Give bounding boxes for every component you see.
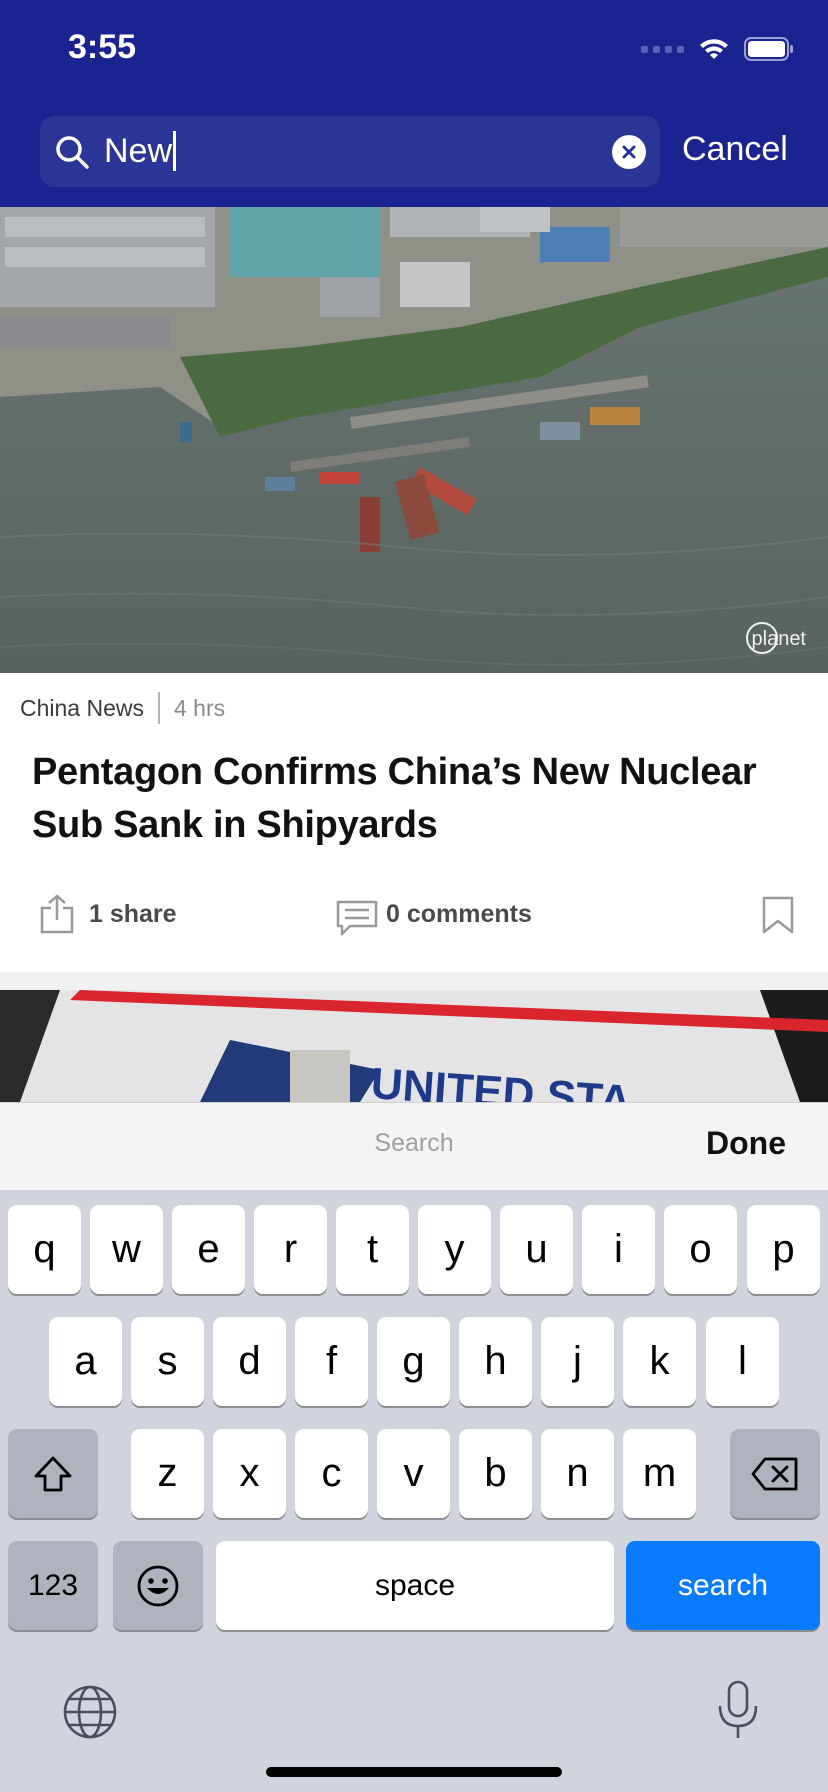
key-m[interactable]: m <box>623 1429 696 1518</box>
shift-key[interactable] <box>8 1429 98 1518</box>
cancel-button[interactable]: Cancel <box>682 130 788 169</box>
key-u[interactable]: u <box>500 1205 573 1294</box>
key-k[interactable]: k <box>623 1317 696 1406</box>
keyboard: q w e r t y u i o p a s d f g h j k l z … <box>0 1190 828 1792</box>
comment-count[interactable]: 0 comments <box>386 900 532 929</box>
key-o[interactable]: o <box>664 1205 737 1294</box>
article-headline[interactable]: Pentagon Confirms China’s New Nuclear Su… <box>32 746 802 852</box>
key-e[interactable]: e <box>172 1205 245 1294</box>
search-field[interactable]: New <box>40 116 660 187</box>
status-icons <box>641 34 794 64</box>
key-y[interactable]: y <box>418 1205 491 1294</box>
key-n[interactable]: n <box>541 1429 614 1518</box>
status-time: 3:55 <box>68 28 137 66</box>
key-v[interactable]: v <box>377 1429 450 1518</box>
key-p[interactable]: p <box>747 1205 820 1294</box>
backspace-key[interactable] <box>730 1429 820 1518</box>
microphone-icon[interactable] <box>716 1680 760 1745</box>
key-d[interactable]: d <box>213 1317 286 1406</box>
backspace-icon <box>751 1457 798 1490</box>
globe-icon[interactable] <box>62 1684 118 1745</box>
planet-logo: planet <box>745 622 806 654</box>
app-header: 3:55 New Cancel <box>0 0 828 207</box>
done-button[interactable]: Done <box>706 1125 786 1162</box>
search-icon <box>54 134 92 177</box>
key-f[interactable]: f <box>295 1317 368 1406</box>
key-b[interactable]: b <box>459 1429 532 1518</box>
key-j[interactable]: j <box>541 1317 614 1406</box>
meta-divider <box>158 692 160 724</box>
space-key[interactable]: space <box>216 1541 614 1630</box>
clear-search-icon[interactable] <box>612 135 646 169</box>
share-count[interactable]: 1 share <box>89 900 177 929</box>
article-hero-image[interactable]: planet <box>0 207 828 673</box>
key-h[interactable]: h <box>459 1317 532 1406</box>
card-separator <box>0 972 828 990</box>
key-c[interactable]: c <box>295 1429 368 1518</box>
key-l[interactable]: l <box>706 1317 779 1406</box>
wifi-icon <box>698 37 730 61</box>
article-age: 4 hrs <box>174 694 226 721</box>
article-meta: China News 4 hrs <box>20 690 225 726</box>
search-query: New <box>104 132 173 170</box>
text-caret <box>173 131 177 171</box>
home-indicator[interactable] <box>266 1767 562 1777</box>
numbers-key[interactable]: 123 <box>8 1541 98 1630</box>
battery-icon <box>744 37 794 61</box>
key-w[interactable]: w <box>90 1205 163 1294</box>
search-key[interactable]: search <box>626 1541 820 1630</box>
emoji-icon <box>137 1565 179 1606</box>
key-i[interactable]: i <box>582 1205 655 1294</box>
second-article-image[interactable]: UNITED STA <box>0 990 828 1102</box>
cellular-signal-icon <box>641 45 684 53</box>
key-x[interactable]: x <box>213 1429 286 1518</box>
bookmark-icon[interactable] <box>762 896 794 939</box>
key-a[interactable]: a <box>49 1317 122 1406</box>
key-s[interactable]: s <box>131 1317 204 1406</box>
key-r[interactable]: r <box>254 1205 327 1294</box>
key-t[interactable]: t <box>336 1205 409 1294</box>
key-z[interactable]: z <box>131 1429 204 1518</box>
key-g[interactable]: g <box>377 1317 450 1406</box>
shift-icon <box>34 1456 72 1491</box>
comment-icon[interactable] <box>336 900 378 941</box>
emoji-key[interactable] <box>113 1541 203 1630</box>
article-actions: 1 share 0 comments <box>0 890 828 940</box>
search-input[interactable]: New <box>104 130 177 172</box>
accessory-search-label: Search <box>374 1129 454 1157</box>
keyboard-accessory-bar: Search Done <box>0 1102 828 1190</box>
article-category[interactable]: China News <box>20 695 144 722</box>
key-q[interactable]: q <box>8 1205 81 1294</box>
share-icon[interactable] <box>40 894 74 939</box>
